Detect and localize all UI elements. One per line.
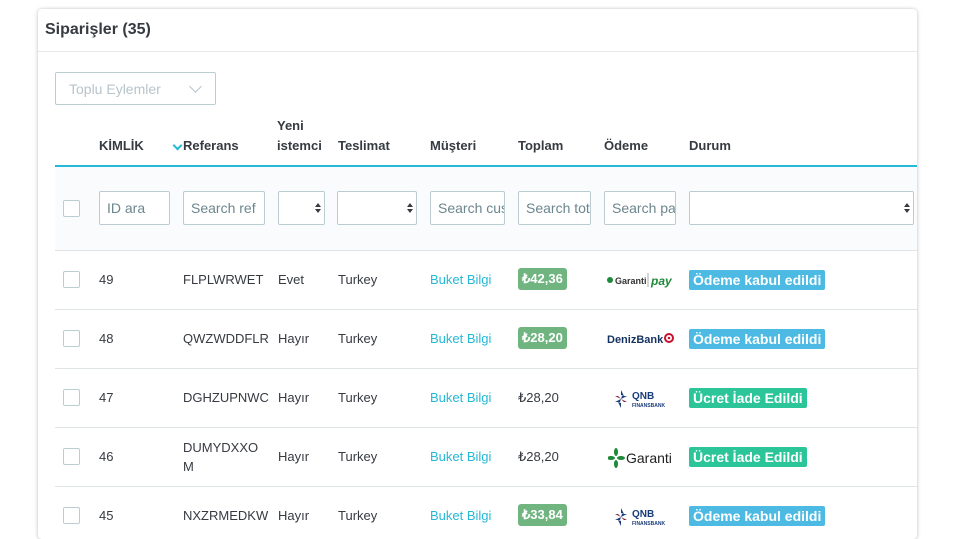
bulk-actions-dropdown[interactable]: Toplu Eylemler [55,72,216,105]
filter-row: ID ara Search ref Search customer Search… [55,167,917,251]
delivery-country: Turkey [338,272,378,287]
total-value: ₺28,20 [518,449,559,464]
row-checkbox[interactable] [63,507,80,524]
customer-link[interactable]: Buket Bilgi [430,506,491,525]
new-client-value: Hayır [278,508,310,523]
row-checkbox[interactable] [63,271,80,288]
customer-link[interactable]: Buket Bilgi [430,388,491,407]
qnb-icon: QNB FINANSBANK [615,508,665,527]
chevron-down-icon [189,80,202,93]
new-client-value: Evet [278,272,305,287]
order-id: 45 [99,508,114,523]
table-row[interactable]: 48 QWZWDDFLR Hayır Turkey Buket Bilgi ₺2… [55,310,917,369]
row-checkbox[interactable] [63,448,80,465]
svg-text:QNB: QNB [632,509,654,520]
garanti-logo: Garanti [608,447,674,469]
order-reference: DUMYDXXO M [183,438,258,476]
orders-panel: Siparişler (35) Toplu Eylemler KİMLİK Re… [38,9,917,539]
row-checkbox[interactable] [63,389,80,406]
column-reference-header[interactable]: Referans [183,136,239,156]
reference-filter-input[interactable]: Search ref [183,191,265,225]
customer-link[interactable]: Buket Bilgi [430,270,491,289]
id-filter-input[interactable]: ID ara [99,191,170,225]
panel-title: Siparişler (35) [38,9,917,52]
sort-desc-icon[interactable] [172,140,183,151]
svg-text:Garanti: Garanti [615,276,647,286]
svg-text:Garanti: Garanti [626,450,672,466]
status-filter-select[interactable] [689,191,914,225]
select-all-checkbox[interactable] [63,200,80,217]
status-badge: Ücret İade Edildi [689,388,807,408]
new-client-value: Hayır [278,449,310,464]
qnb-icon: QNB FINANSBANK [615,390,665,409]
column-delivery-header[interactable]: Teslimat [338,136,390,156]
table-row[interactable]: 47 DGHZUPNWC Hayır Turkey Buket Bilgi ₺2… [55,369,917,428]
column-new-client-line1: Yeni [277,118,304,133]
svg-text:FINANSBANK: FINANSBANK [632,521,665,527]
column-new-client-line2: istemci [277,138,322,153]
status-badge: Ödeme kabul edildi [689,506,826,526]
svg-text:pay: pay [650,274,673,288]
payment-filter-input[interactable]: Search payment [604,191,676,225]
order-id: 47 [99,390,114,405]
customer-link[interactable]: Buket Bilgi [430,329,491,348]
order-reference-line2: M [183,459,194,474]
order-id: 48 [99,331,114,346]
status-badge: Ücret İade Edildi [689,447,807,467]
column-payment-header[interactable]: Ödeme [604,136,648,156]
table-header: KİMLİK Referans Yeni istemci Teslimat Mü… [55,109,917,167]
delivery-country: Turkey [338,508,378,523]
svg-text:QNB: QNB [632,391,654,402]
new-client-filter-select[interactable] [278,191,325,225]
delivery-filter-select[interactable] [337,191,417,225]
column-total-header[interactable]: Toplam [518,136,563,156]
order-reference: QWZWDDFLR [183,331,269,346]
garanti-pay-icon: Garanti pay [607,273,673,288]
garanti-pay-logo: Garanti pay [606,271,676,289]
customer-filter-input[interactable]: Search customer [430,191,505,225]
order-reference: NXZRMEDKW [183,508,269,523]
total-badge: ₺33,84 [518,504,567,526]
column-status-header[interactable]: Durum [689,136,731,156]
svg-text:FINANSBANK: FINANSBANK [632,403,665,409]
qnb-finansbank-logo: QNB FINANSBANK [613,388,673,410]
new-client-value: Hayır [278,390,310,405]
new-client-value: Hayır [278,331,310,346]
table-row[interactable]: 45 NXZRMEDKW Hayır Turkey Buket Bilgi ₺3… [55,487,917,539]
total-badge: ₺42,36 [518,268,567,290]
table-row[interactable]: 49 FLPLWRWET Evet Turkey Buket Bilgi ₺42… [55,251,917,310]
status-badge: Ödeme kabul edildi [689,329,826,349]
column-id-header[interactable]: KİMLİK [99,136,144,156]
order-id: 46 [99,449,114,464]
column-new-client-header[interactable]: Yeni istemci [277,116,322,156]
denizbank-logo: DenizBank [607,331,677,347]
total-value: ₺28,20 [518,390,559,405]
svg-text:DenizBank: DenizBank [607,334,664,346]
order-reference-line1: DUMYDXXO [183,440,259,455]
order-id: 49 [99,272,114,287]
status-badge: Ödeme kabul edildi [689,270,826,290]
delivery-country: Turkey [338,331,378,346]
customer-link[interactable]: Buket Bilgi [430,447,491,466]
total-badge: ₺28,20 [518,327,567,349]
garanti-icon: Garanti [608,448,672,468]
delivery-country: Turkey [338,390,378,405]
total-filter-input[interactable]: Search total [518,191,591,225]
order-reference: FLPLWRWET [183,272,264,287]
qnb-finansbank-logo: QNB FINANSBANK [613,506,673,528]
column-customer-header[interactable]: Müşteri [430,136,476,156]
table-row[interactable]: 46 DUMYDXXO M Hayır Turkey Buket Bilgi ₺… [55,428,917,487]
denizbank-icon: DenizBank [607,333,674,346]
row-checkbox[interactable] [63,330,80,347]
delivery-country: Turkey [338,449,378,464]
bulk-actions-label: Toplu Eylemler [69,80,161,97]
order-reference: DGHZUPNWC [183,390,269,405]
